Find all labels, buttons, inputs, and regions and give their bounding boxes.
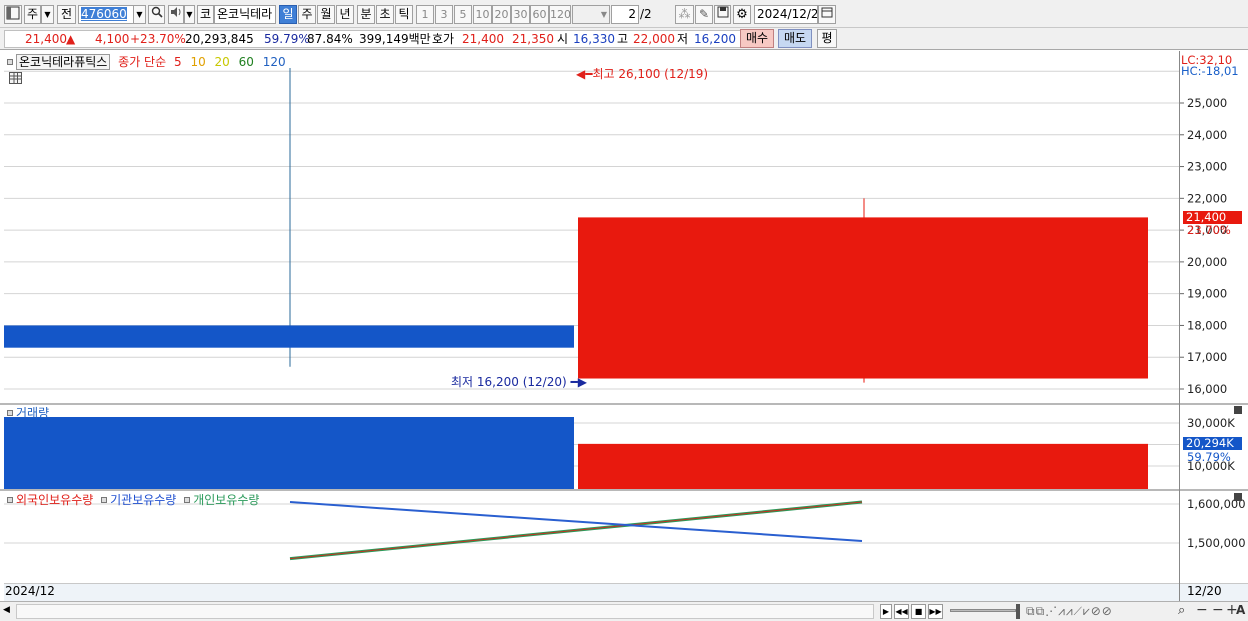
rewind-icon[interactable]: ◀◀ — [894, 604, 909, 619]
low-note-text: 최저 16,200 (12/20) — [451, 375, 567, 389]
legend-ma-5: 5 — [173, 55, 182, 69]
volume-pct-tag: 59.79% — [1187, 450, 1231, 464]
holding-tick-label: 1,500,000 — [1187, 536, 1246, 550]
candle-body — [578, 217, 1148, 379]
stop-icon[interactable]: ■ — [911, 604, 926, 619]
bottom-control-bar: ◀ ▶ ◀◀ ■ ▶▶ ⧉⧉⋰⩘⩘⟋⩗⊘⊘ ⌕ − − + A — [0, 601, 1248, 621]
chart-svg: 25,00024,00023,00022,00021,00020,00019,0… — [4, 68, 1246, 561]
hc-label: HC:-18,01 — [1181, 64, 1239, 78]
current-pct-tag: 23.70% — [1187, 223, 1231, 237]
low-note: 최저 16,200 (12/20) ━▶ — [451, 373, 587, 390]
volume-bar — [4, 417, 574, 489]
pane-close-icon[interactable] — [1234, 406, 1242, 414]
holding-legend: 외국인보유수량 기관보유수량 개인보유수량 — [7, 491, 259, 508]
legend-stock-name[interactable]: 온코닉테라퓨틱스 — [16, 54, 111, 70]
legend-ma-label: 종가 단순 — [118, 55, 167, 69]
horizontal-scrollbar[interactable] — [16, 604, 874, 619]
price-tick-label: 19,000 — [1187, 287, 1227, 301]
price-tick-label: 18,000 — [1187, 318, 1227, 332]
legend-ma-10: 10 — [190, 55, 206, 69]
legend-marker-icon — [101, 497, 108, 503]
scroll-left-icon[interactable]: ◀ — [3, 605, 10, 615]
auto-scale-icon[interactable]: A — [1236, 603, 1245, 617]
right-arrow-icon: ━▶ — [566, 375, 587, 389]
volume-legend: 거래량 — [7, 404, 49, 421]
drawing-tools-icon[interactable]: ⧉⧉⋰⩘⩘⟋⩗⊘⊘ — [1026, 604, 1113, 619]
price-tick-label: 20,000 — [1187, 255, 1227, 269]
fast-forward-icon[interactable]: ▶▶ — [928, 604, 943, 619]
legend-ma-120: 120 — [262, 55, 286, 69]
price-legend: 온코닉테라퓨틱스 종가 단순 5 10 20 60 120 — [7, 53, 286, 70]
legend-marker-icon — [184, 497, 191, 503]
price-tick-label: 17,000 — [1187, 350, 1227, 364]
holding-line — [289, 501, 863, 560]
legend-institution-holding[interactable]: 기관보유수량 — [110, 493, 176, 507]
zoom-slider-handle[interactable] — [1016, 604, 1020, 619]
legend-foreign-holding[interactable]: 외국인보유수량 — [16, 493, 93, 507]
pane-close-icon[interactable] — [1234, 493, 1242, 501]
zoom-slider[interactable] — [950, 609, 1016, 612]
scroll-right-icon[interactable]: ▶ — [880, 604, 892, 619]
candle-body — [4, 325, 574, 348]
table-icon[interactable] — [9, 72, 22, 84]
price-tick-label: 25,000 — [1187, 96, 1227, 110]
left-arrow-icon: ◀━ — [576, 67, 593, 81]
price-tick-label: 16,000 — [1187, 382, 1227, 396]
price-tick-label: 24,000 — [1187, 128, 1227, 142]
legend-ma-60: 60 — [238, 55, 254, 69]
legend-marker-icon — [7, 59, 13, 65]
volume-bar — [578, 443, 1148, 489]
legend-marker-icon — [7, 410, 13, 416]
legend-individual-holding[interactable]: 개인보유수량 — [193, 493, 259, 507]
legend-ma-20: 20 — [214, 55, 230, 69]
zoom-out-icon[interactable]: − — [1196, 602, 1208, 618]
high-note: ◀━최고 26,100 (12/19) — [576, 65, 708, 82]
holding-line — [289, 501, 863, 543]
volume-legend-label[interactable]: 거래량 — [16, 406, 49, 420]
price-tick-label: 23,000 — [1187, 160, 1227, 174]
zoom-icon[interactable]: ⌕ — [1178, 603, 1185, 618]
price-tick-label: 22,000 — [1187, 191, 1227, 205]
minus-icon[interactable]: − — [1212, 602, 1224, 618]
volume-tick-label: 30,000K — [1187, 416, 1235, 430]
current-volume-tag: 20,294K — [1183, 437, 1242, 450]
high-note-text: 최고 26,100 (12/19) — [592, 67, 709, 81]
legend-marker-icon — [7, 497, 13, 503]
